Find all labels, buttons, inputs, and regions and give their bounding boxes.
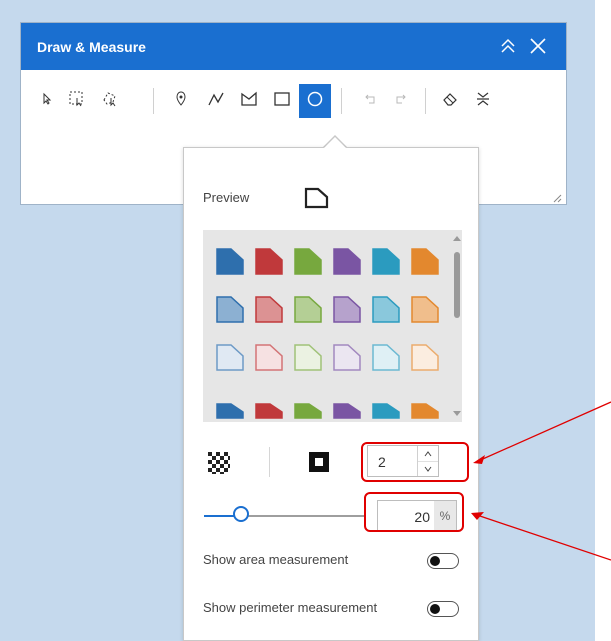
annotation-arrowhead bbox=[471, 512, 484, 520]
annotation-arrows bbox=[471, 401, 611, 561]
annotation-arrowhead bbox=[473, 455, 485, 464]
